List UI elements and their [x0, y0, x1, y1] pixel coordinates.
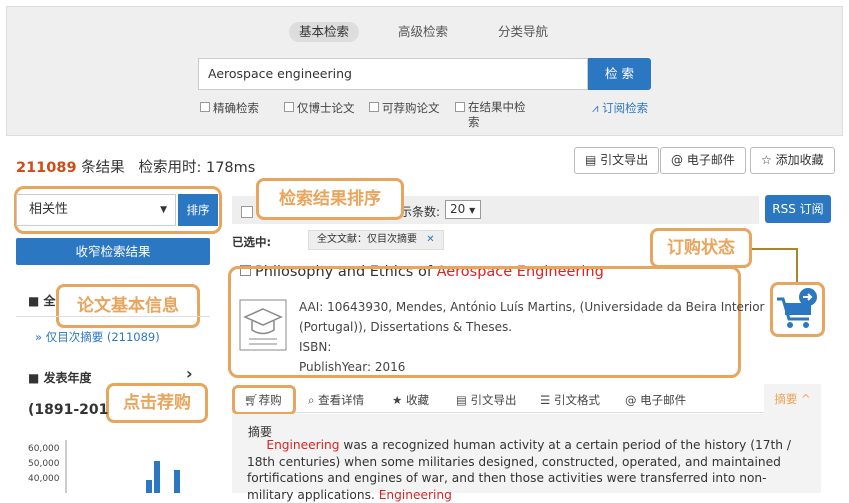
close-icon[interactable]: ✕ — [426, 234, 434, 245]
time-value: 178ms — [205, 160, 256, 176]
at-icon: @ — [625, 393, 641, 407]
record-year: PublishYear: 2016 — [299, 360, 406, 374]
narrow-results-button[interactable]: 收窄检索结果 — [16, 238, 210, 265]
option-label: 在结果中检 索 — [468, 100, 526, 129]
caret-down-icon: ▼ — [160, 205, 167, 215]
star-icon: ★ — [392, 393, 406, 407]
abstract-highlight: Engineering — [266, 438, 340, 452]
time-label: 检索用时: — [138, 160, 202, 176]
year-chart: 60,000 50,000 40,000 — [28, 440, 180, 493]
export-citation-action[interactable]: ▤ 引文导出 — [456, 392, 517, 408]
export-icon: ▤ — [456, 393, 471, 407]
callout-paper-info: 论文基本信息 — [56, 284, 200, 328]
btn-label: 引文导出 — [600, 153, 649, 167]
bar — [174, 470, 180, 493]
thesis-icon — [239, 299, 287, 351]
abstract-highlight: Engineering — [378, 487, 452, 502]
option-label: 可荐购论文 — [382, 101, 440, 115]
search-input[interactable]: Aerospace engineering — [198, 58, 588, 90]
act-label: 收藏 — [405, 393, 429, 407]
count-value: 211089 — [16, 160, 77, 176]
cart-icon[interactable] — [774, 285, 820, 333]
star-icon: ☆ — [761, 153, 776, 167]
citation-format-action[interactable]: ☰ 引文格式 — [540, 392, 600, 408]
selected-label: 已选中: — [232, 235, 272, 249]
bar — [146, 480, 152, 493]
chevron-right-icon[interactable]: › — [186, 364, 193, 383]
folder-icon: ■ — [28, 294, 44, 308]
search-button[interactable]: 检 索 — [588, 58, 651, 90]
option-exact[interactable]: 精确检索 — [200, 100, 259, 116]
sort-select[interactable]: 相关性 ▼ — [16, 194, 176, 226]
record-isbn: ISBN: — [299, 340, 332, 354]
option-recommendable[interactable]: 可荐购论文 — [369, 100, 440, 116]
abstract-text: Engineering was a recognized human activ… — [247, 437, 807, 503]
rss-icon: ⩘ — [592, 101, 603, 115]
sort-value: 相关性 — [29, 202, 69, 217]
record-author: AAI: 10643930, Mendes, António Luís Mart… — [299, 300, 765, 314]
tab-category-nav[interactable]: 分类导航 — [488, 22, 558, 42]
facet-year-label: 发表年度 — [43, 371, 92, 385]
option-label: 精确检索 — [213, 101, 259, 115]
facet-year[interactable]: ■ 发表年度 — [28, 369, 92, 386]
checkbox[interactable] — [455, 102, 465, 112]
favorite-button[interactable]: ★ 收藏 — [392, 392, 429, 408]
btn-label: 电子邮件 — [686, 153, 735, 167]
checkbox[interactable] — [200, 102, 210, 112]
page-size-label: 示条数: — [400, 205, 441, 219]
tab-basic-search[interactable]: 基本检索 — [289, 22, 360, 42]
rss-subscribe-button[interactable]: RSS 订阅 — [765, 195, 831, 223]
record-source: (Portugal)), Dissertations & Theses. — [299, 320, 513, 334]
email-button[interactable]: @ 电子邮件 — [660, 147, 746, 174]
tag-label: 全文文献：仅目次摘要 — [317, 234, 417, 245]
recommend-buy-button[interactable]: 🛒︎荐购 — [244, 392, 282, 408]
act-label: 引文格式 — [553, 393, 600, 407]
checkbox[interactable] — [284, 102, 294, 112]
ytick: 60,000 — [28, 444, 60, 454]
act-label: 查看详情 — [318, 393, 365, 407]
callout-click-buy: 点击荐购 — [106, 383, 208, 423]
list-icon: ☰ — [540, 393, 554, 407]
filter-tag[interactable]: 全文文献：仅目次摘要 ✕ — [308, 230, 444, 250]
option-phd-only[interactable]: 仅博士论文 — [284, 100, 355, 116]
search-icon: ⌕ — [308, 393, 319, 407]
divider — [16, 316, 210, 317]
tab-advanced-search[interactable]: 高级检索 — [388, 22, 458, 42]
select-all-checkbox[interactable] — [241, 206, 253, 218]
option-label: 仅博士论文 — [297, 101, 355, 115]
export-citation-button[interactable]: ▤ 引文导出 — [574, 147, 660, 174]
ytick: 50,000 — [28, 459, 60, 469]
page-size-value: 20 — [450, 202, 466, 216]
callout-sort: 检索结果排序 — [256, 178, 404, 220]
cart-icon: 🛒︎ — [244, 393, 259, 407]
checkbox[interactable] — [369, 102, 379, 112]
act-label: 荐购 — [258, 393, 282, 407]
facet-heading: 全 — [43, 294, 56, 308]
caret-down-icon: ▼ — [469, 206, 476, 215]
result-count: 211089 条结果 检索用时: 178ms — [16, 156, 255, 177]
subscribe-search-link[interactable]: ⩘ 订阅检索 — [592, 100, 648, 116]
at-icon: @ — [671, 153, 687, 167]
ytick: 40,000 — [28, 474, 60, 484]
abstract-toggle[interactable]: 摘要 ^ — [764, 384, 821, 414]
bar — [154, 461, 160, 493]
export-icon: ▤ — [585, 153, 601, 167]
email-action[interactable]: @ 电子邮件 — [625, 392, 686, 408]
record-details: AAI: 10643930, Mendes, António Luís Mart… — [299, 297, 765, 377]
rss-link-label: 订阅检索 — [602, 101, 649, 115]
act-label: 引文导出 — [470, 393, 517, 407]
page-size-select[interactable]: 20 ▼ — [445, 200, 481, 219]
folder-icon: ■ — [28, 371, 44, 385]
facet-fulltext: ■ 全 — [28, 292, 56, 309]
year-range: (1891-201 — [28, 402, 109, 418]
sort-button[interactable]: 排序 — [178, 194, 218, 226]
facet-item[interactable]: » 仅目次摘要 (211089) — [35, 329, 160, 345]
option-in-results[interactable]: 在结果中检 索 — [455, 100, 535, 130]
callout-order-status: 订购状态 — [650, 228, 752, 268]
add-favorite-button[interactable]: ☆ 添加收藏 — [750, 147, 835, 174]
act-label: 电子邮件 — [640, 393, 687, 407]
view-details-button[interactable]: ⌕ 查看详情 — [308, 392, 364, 408]
count-label: 条结果 — [81, 160, 125, 176]
btn-label: 添加收藏 — [775, 153, 824, 167]
